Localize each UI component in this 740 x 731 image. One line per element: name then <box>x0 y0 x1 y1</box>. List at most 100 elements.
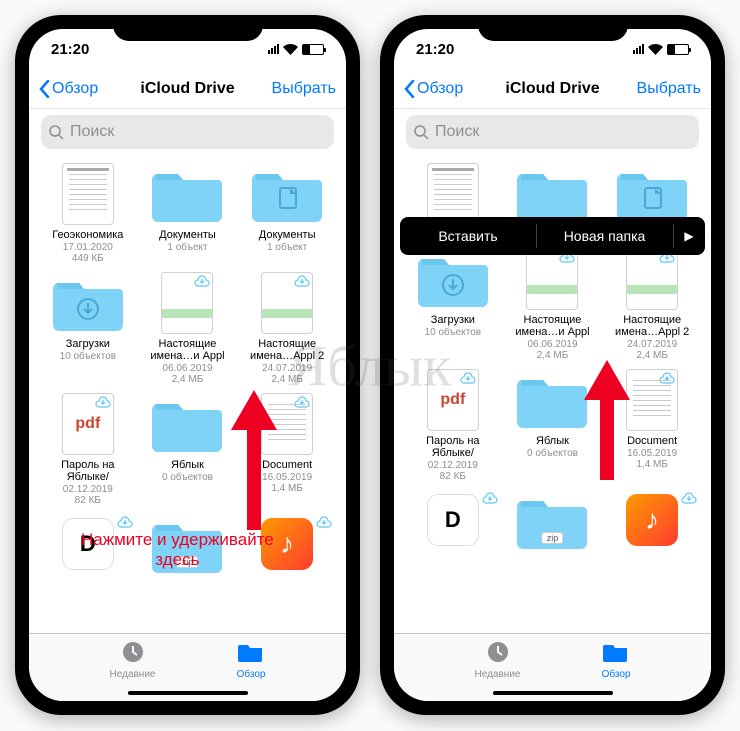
file-item[interactable]: zip <box>506 490 600 556</box>
file-item[interactable]: pdfПароль на Яблыке/ 02.12.2019 82 КБ <box>406 369 500 482</box>
status-time: 21:20 <box>416 41 454 58</box>
status-time: 21:20 <box>51 41 89 58</box>
item-label: Настоящие имена…Appl 2 <box>240 338 334 362</box>
folder-icon <box>238 640 264 664</box>
item-subtitle2: 1,4 МБ <box>240 483 334 494</box>
file-item[interactable]: Загрузки 10 объектов <box>41 272 135 385</box>
item-subtitle: 24.07.2019 <box>240 363 334 374</box>
item-subtitle2: 2,4 МБ <box>605 350 699 361</box>
screen-left: 21:20 Обзор iCloud Drive Выбрать Поиск <box>29 29 346 701</box>
clock-icon <box>485 640 511 664</box>
search-input[interactable]: Поиск <box>406 115 699 149</box>
file-item[interactable]: D <box>406 490 500 556</box>
item-subtitle: 06.06.2019 <box>141 363 235 374</box>
item-label: Документы <box>240 229 334 241</box>
nav-bar: Обзор iCloud Drive Выбрать <box>394 69 711 109</box>
file-item[interactable]: Загрузки 10 объектов <box>406 248 500 361</box>
document-thumb <box>626 248 678 310</box>
menu-new-folder[interactable]: Новая папка <box>537 228 673 244</box>
item-subtitle: 17.01.2020 <box>41 242 135 253</box>
item-subtitle: 0 объектов <box>141 472 235 483</box>
page-title: iCloud Drive <box>505 80 599 98</box>
item-label: Загрузки <box>406 314 500 326</box>
file-item[interactable]: Настоящие имена…и Appl 06.06.2019 2,4 МБ <box>141 272 235 385</box>
document-thumb: pdf <box>427 369 479 431</box>
search-input[interactable]: Поиск <box>41 115 334 149</box>
document-thumb <box>427 163 479 225</box>
folder-icon <box>151 393 223 455</box>
select-button[interactable]: Выбрать <box>637 80 701 98</box>
item-label: Документы <box>141 229 235 241</box>
item-label: Пароль на Яблыке/ <box>41 459 135 483</box>
menu-paste[interactable]: Вставить <box>400 228 536 244</box>
back-button[interactable]: Обзор <box>404 80 463 98</box>
item-label: Document <box>240 459 334 471</box>
menu-more[interactable]: ▶ <box>673 229 705 243</box>
file-item[interactable]: pdf Пароль на Яблыке/ 02.12.2019 82 КБ <box>41 393 135 506</box>
item-subtitle: 02.12.2019 <box>41 484 135 495</box>
tab-recent-label: Недавние <box>110 669 156 680</box>
file-item[interactable]: Настоящие имена…и Appl 06.06.2019 2,4 МБ <box>506 248 600 361</box>
item-subtitle: 10 объектов <box>406 327 500 338</box>
file-grid[interactable]: Геоэкономика 17.01.2020 449 КБ Документы… <box>29 155 346 633</box>
home-indicator[interactable] <box>493 691 613 695</box>
file-item[interactable]: Яблык 0 объектов <box>506 369 600 482</box>
app-icon: ♪ <box>626 494 678 546</box>
file-item[interactable]: Геоэкономика 17.01.2020 449 КБ <box>41 163 135 264</box>
cloud-download-icon <box>460 372 476 384</box>
item-label: Настоящие имена…и Appl <box>141 338 235 362</box>
battery-icon <box>667 44 689 55</box>
item-subtitle2: 2,4 МБ <box>141 374 235 385</box>
wifi-icon <box>283 44 298 55</box>
notch <box>478 15 628 41</box>
item-subtitle: 1 объект <box>141 242 235 253</box>
item-subtitle2: 2,4 МБ <box>240 374 334 385</box>
cloud-download-icon <box>117 516 133 528</box>
item-subtitle: 16.05.2019 <box>605 448 699 459</box>
cloud-download-icon <box>294 396 310 408</box>
item-subtitle: 02.12.2019 <box>406 460 500 471</box>
file-item[interactable]: Document 16.05.2019 1,4 МБ <box>240 393 334 506</box>
cloud-download-icon <box>95 396 111 408</box>
folder-icon <box>151 163 223 225</box>
clock-icon <box>120 640 146 664</box>
item-subtitle2: 82 КБ <box>41 495 135 506</box>
folder-icon: zip <box>516 490 588 552</box>
tab-browse[interactable]: Обзор <box>602 640 631 680</box>
file-item[interactable]: Настоящие имена…Appl 2 24.07.2019 2,4 МБ <box>240 272 334 385</box>
cloud-download-icon <box>194 275 210 287</box>
tab-browse[interactable]: Обзор <box>237 640 266 680</box>
tab-recent[interactable]: Недавние <box>110 640 156 680</box>
document-thumb: pdf <box>62 393 114 455</box>
item-subtitle: 0 объектов <box>506 448 600 459</box>
tab-bar: Недавние Обзор <box>29 633 346 701</box>
item-label: Загрузки <box>41 338 135 350</box>
cloud-download-icon <box>316 516 332 528</box>
tab-recent[interactable]: Недавние <box>475 640 521 680</box>
signal-icon <box>268 44 279 54</box>
item-label: Яблык <box>506 435 600 447</box>
file-item[interactable]: Яблык 0 объектов <box>141 393 235 506</box>
file-item[interactable]: Настоящие имена…Appl 2 24.07.2019 2,4 МБ <box>605 248 699 361</box>
back-label: Обзор <box>52 80 98 98</box>
document-thumb <box>261 272 313 334</box>
document-thumb <box>526 248 578 310</box>
screen-right: 21:20 Обзор iCloud Drive Выбрать Поиск <box>394 29 711 701</box>
back-button[interactable]: Обзор <box>39 80 98 98</box>
folder-icon <box>616 163 688 225</box>
app-icon: D <box>427 494 479 546</box>
file-item[interactable]: Документы 1 объект <box>240 163 334 264</box>
select-button[interactable]: Выбрать <box>272 80 336 98</box>
home-indicator[interactable] <box>128 691 248 695</box>
page-title: iCloud Drive <box>140 80 234 98</box>
file-item[interactable]: Документы 1 объект <box>141 163 235 264</box>
document-thumb <box>261 393 313 455</box>
tab-recent-label: Недавние <box>475 669 521 680</box>
file-item[interactable]: Document 16.05.2019 1,4 МБ <box>605 369 699 482</box>
search-placeholder: Поиск <box>70 123 114 141</box>
file-item[interactable]: ♪ <box>605 490 699 556</box>
item-subtitle2: 449 КБ <box>41 253 135 264</box>
chevron-left-icon <box>404 80 415 98</box>
search-placeholder: Поиск <box>435 123 479 141</box>
document-thumb <box>62 163 114 225</box>
